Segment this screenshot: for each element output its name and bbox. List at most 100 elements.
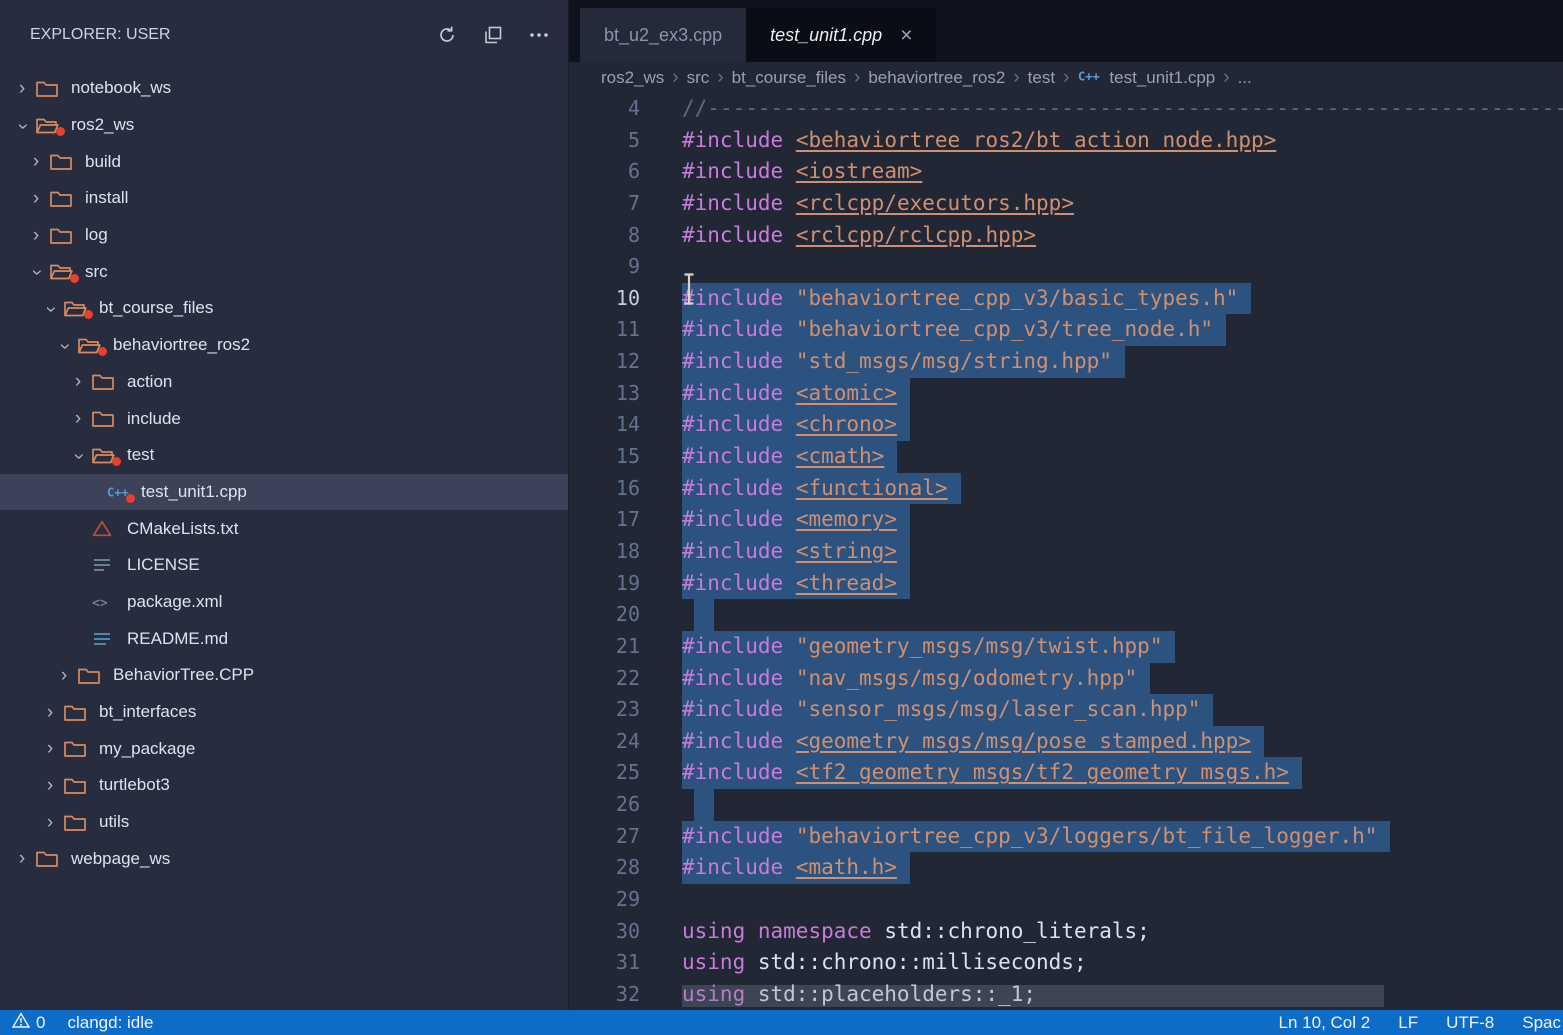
tree-item-install[interactable]: ›install xyxy=(0,180,568,217)
status-clangd[interactable]: clangd: idle xyxy=(67,1013,153,1033)
code-line-18[interactable]: 18#include <string> xyxy=(569,536,1563,568)
close-icon[interactable]: × xyxy=(900,25,912,46)
tree-item-my_package[interactable]: ›my_package xyxy=(0,730,568,767)
horizontal-scrollbar-thumb[interactable] xyxy=(682,985,1384,1007)
explorer-title: EXPLORER: USER xyxy=(30,26,436,44)
status-right: Ln 10, Col 2 LF UTF-8 Spac xyxy=(1279,1010,1561,1035)
tree-item-bt_interfaces[interactable]: ›bt_interfaces xyxy=(0,694,568,731)
tree-item-label: test xyxy=(127,445,154,465)
chevron-expanded-icon: › xyxy=(55,336,74,356)
code-text: #include <geometry_msgs/msg/pose_stamped… xyxy=(682,726,1251,758)
code-line-31[interactable]: 31using std::chrono::milliseconds; xyxy=(569,947,1563,979)
breadcrumb-item-src[interactable]: src xyxy=(687,68,710,88)
tree-item-webpage_ws[interactable]: ›webpage_ws xyxy=(0,840,568,877)
tree-item-action[interactable]: ›action xyxy=(0,364,568,401)
status-problems[interactable]: 0 xyxy=(12,1012,45,1034)
line-number: 22 xyxy=(569,663,640,695)
code-line-28[interactable]: 28#include <math.h> xyxy=(569,852,1563,884)
more-actions-icon[interactable] xyxy=(528,24,550,46)
status-cursor-position[interactable]: Ln 10, Col 2 xyxy=(1279,1013,1371,1033)
tree-item-README.md[interactable]: README.md xyxy=(0,620,568,657)
code-line-9[interactable]: 9 xyxy=(569,251,1563,283)
breadcrumb-item-behaviortree_ros2[interactable]: behaviortree_ros2 xyxy=(868,68,1005,88)
refresh-icon[interactable] xyxy=(436,24,458,46)
tree-item-build[interactable]: ›build xyxy=(0,143,568,180)
breadcrumb-item-ros2_ws[interactable]: ros2_ws xyxy=(601,68,664,88)
code-line-30[interactable]: 30using namespace std::chrono_literals; xyxy=(569,916,1563,948)
collapse-all-icon[interactable] xyxy=(482,24,504,46)
tree-item-include[interactable]: ›include xyxy=(0,400,568,437)
folder-icon xyxy=(50,189,76,207)
code-text xyxy=(694,599,714,631)
tree-item-src[interactable]: ›src xyxy=(0,253,568,290)
cpp-file-icon: C++ xyxy=(1077,67,1102,89)
code-line-11[interactable]: 11#include "behaviortree_cpp_v3/tree_nod… xyxy=(569,314,1563,346)
code-line-6[interactable]: 6#include <iostream> xyxy=(569,156,1563,188)
vscode-window: EXPLORER: USER ›notebook_ws›ros2_ws›buil… xyxy=(0,0,1563,1035)
tree-item-test[interactable]: › test xyxy=(0,437,568,474)
code-line-5[interactable]: 5#include <behaviortree_ros2/bt_action_n… xyxy=(569,125,1563,157)
code-line-21[interactable]: 21#include "geometry_msgs/msg/twist.hpp" xyxy=(569,631,1563,663)
tree-item-turtlebot3[interactable]: ›turtlebot3 xyxy=(0,767,568,804)
code-line-24[interactable]: 24#include <geometry_msgs/msg/pose_stamp… xyxy=(569,726,1563,758)
tree-item-label: action xyxy=(127,372,172,392)
chevron-expanded-icon: › xyxy=(69,446,88,466)
code-line-16[interactable]: 16#include <functional> xyxy=(569,473,1563,505)
code-line-13[interactable]: 13#include <atomic> xyxy=(569,378,1563,410)
tree-item-CMakeLists.txt[interactable]: CMakeLists.txt xyxy=(0,510,568,547)
code-line-23[interactable]: 23#include "sensor_msgs/msg/laser_scan.h… xyxy=(569,694,1563,726)
code-line-8[interactable]: 8#include <rclcpp/rclcpp.hpp> xyxy=(569,220,1563,252)
tree-item-package.xml[interactable]: <>package.xml xyxy=(0,584,568,621)
breadcrumb-item-bt_course_files[interactable]: bt_course_files xyxy=(732,68,846,88)
tree-item-LICENSE[interactable]: LICENSE xyxy=(0,547,568,584)
tab-bt_u2_ex3.cpp[interactable]: bt_u2_ex3.cpp xyxy=(580,8,746,62)
code-line-12[interactable]: 12#include "std_msgs/msg/string.hpp" xyxy=(569,346,1563,378)
git-modified-dot xyxy=(126,494,135,503)
tree-item-test_unit1.cpp[interactable]: C++test_unit1.cpp xyxy=(0,474,568,511)
code-line-27[interactable]: 27#include "behaviortree_cpp_v3/loggers/… xyxy=(569,821,1563,853)
code-line-20[interactable]: 20 xyxy=(569,599,1563,631)
tree-item-ros2_ws[interactable]: ›ros2_ws xyxy=(0,107,568,144)
code-line-25[interactable]: 25#include <tf2_geometry_msgs/tf2_geomet… xyxy=(569,757,1563,789)
code-line-17[interactable]: 17#include <memory> xyxy=(569,504,1563,536)
tree-item-label: build xyxy=(85,152,121,172)
code-line-4[interactable]: 4//-------------------------------------… xyxy=(569,93,1563,125)
line-number: 26 xyxy=(569,789,640,821)
breadcrumb-item-test_unit1.cpp[interactable]: C++test_unit1.cpp xyxy=(1077,67,1215,89)
line-number: 27 xyxy=(569,821,640,853)
chevron-collapsed-icon: › xyxy=(40,776,60,795)
code-area[interactable]: 4//-------------------------------------… xyxy=(569,93,1563,1010)
status-indentation-selector[interactable]: Spac xyxy=(1522,1013,1561,1033)
folder-icon xyxy=(64,776,90,794)
code-line-10[interactable]: 10#include "behaviortree_cpp_v3/basic_ty… xyxy=(569,283,1563,315)
status-eol-selector[interactable]: LF xyxy=(1398,1013,1418,1033)
status-encoding-selector[interactable]: UTF-8 xyxy=(1446,1013,1494,1033)
tree-item-BehaviorTree.CPP[interactable]: ›BehaviorTree.CPP xyxy=(0,657,568,694)
code-line-14[interactable]: 14#include <chrono> xyxy=(569,409,1563,441)
status-bar: 0 clangd: idle Ln 10, Col 2 LF UTF-8 Spac xyxy=(0,1010,1563,1035)
tree-item-bt_course_files[interactable]: ›bt_course_files xyxy=(0,290,568,327)
tree-item-notebook_ws[interactable]: ›notebook_ws xyxy=(0,70,568,107)
code-line-19[interactable]: 19#include <thread> xyxy=(569,568,1563,600)
tree-item-utils[interactable]: ›utils xyxy=(0,804,568,841)
tree-item-label: utils xyxy=(99,812,129,832)
tree-item-label: ros2_ws xyxy=(71,115,134,135)
code-text: #include "behaviortree_cpp_v3/tree_node.… xyxy=(682,314,1213,346)
tab-test_unit1.cpp[interactable]: test_unit1.cpp× xyxy=(746,8,936,62)
chevron-expanded-icon: › xyxy=(27,263,46,283)
code-line-26[interactable]: 26 xyxy=(569,789,1563,821)
tree-item-log[interactable]: ›log xyxy=(0,217,568,254)
chevron-collapsed-icon: › xyxy=(12,79,32,98)
breadcrumb-item-test[interactable]: test xyxy=(1028,68,1055,88)
line-number: 6 xyxy=(569,156,640,188)
line-number: 19 xyxy=(569,568,640,600)
code-line-29[interactable]: 29 xyxy=(569,884,1563,916)
code-line-15[interactable]: 15#include <cmath> xyxy=(569,441,1563,473)
tree-item-behaviortree_ros2[interactable]: ›behaviortree_ros2 xyxy=(0,327,568,364)
git-modified-dot xyxy=(56,127,65,136)
breadcrumb-item-...[interactable]: ... xyxy=(1238,68,1252,88)
code-line-22[interactable]: 22#include "nav_msgs/msg/odometry.hpp" xyxy=(569,663,1563,695)
cpp-icon: C++ xyxy=(106,483,132,501)
folder-icon xyxy=(92,410,118,428)
code-line-7[interactable]: 7#include <rclcpp/executors.hpp> xyxy=(569,188,1563,220)
